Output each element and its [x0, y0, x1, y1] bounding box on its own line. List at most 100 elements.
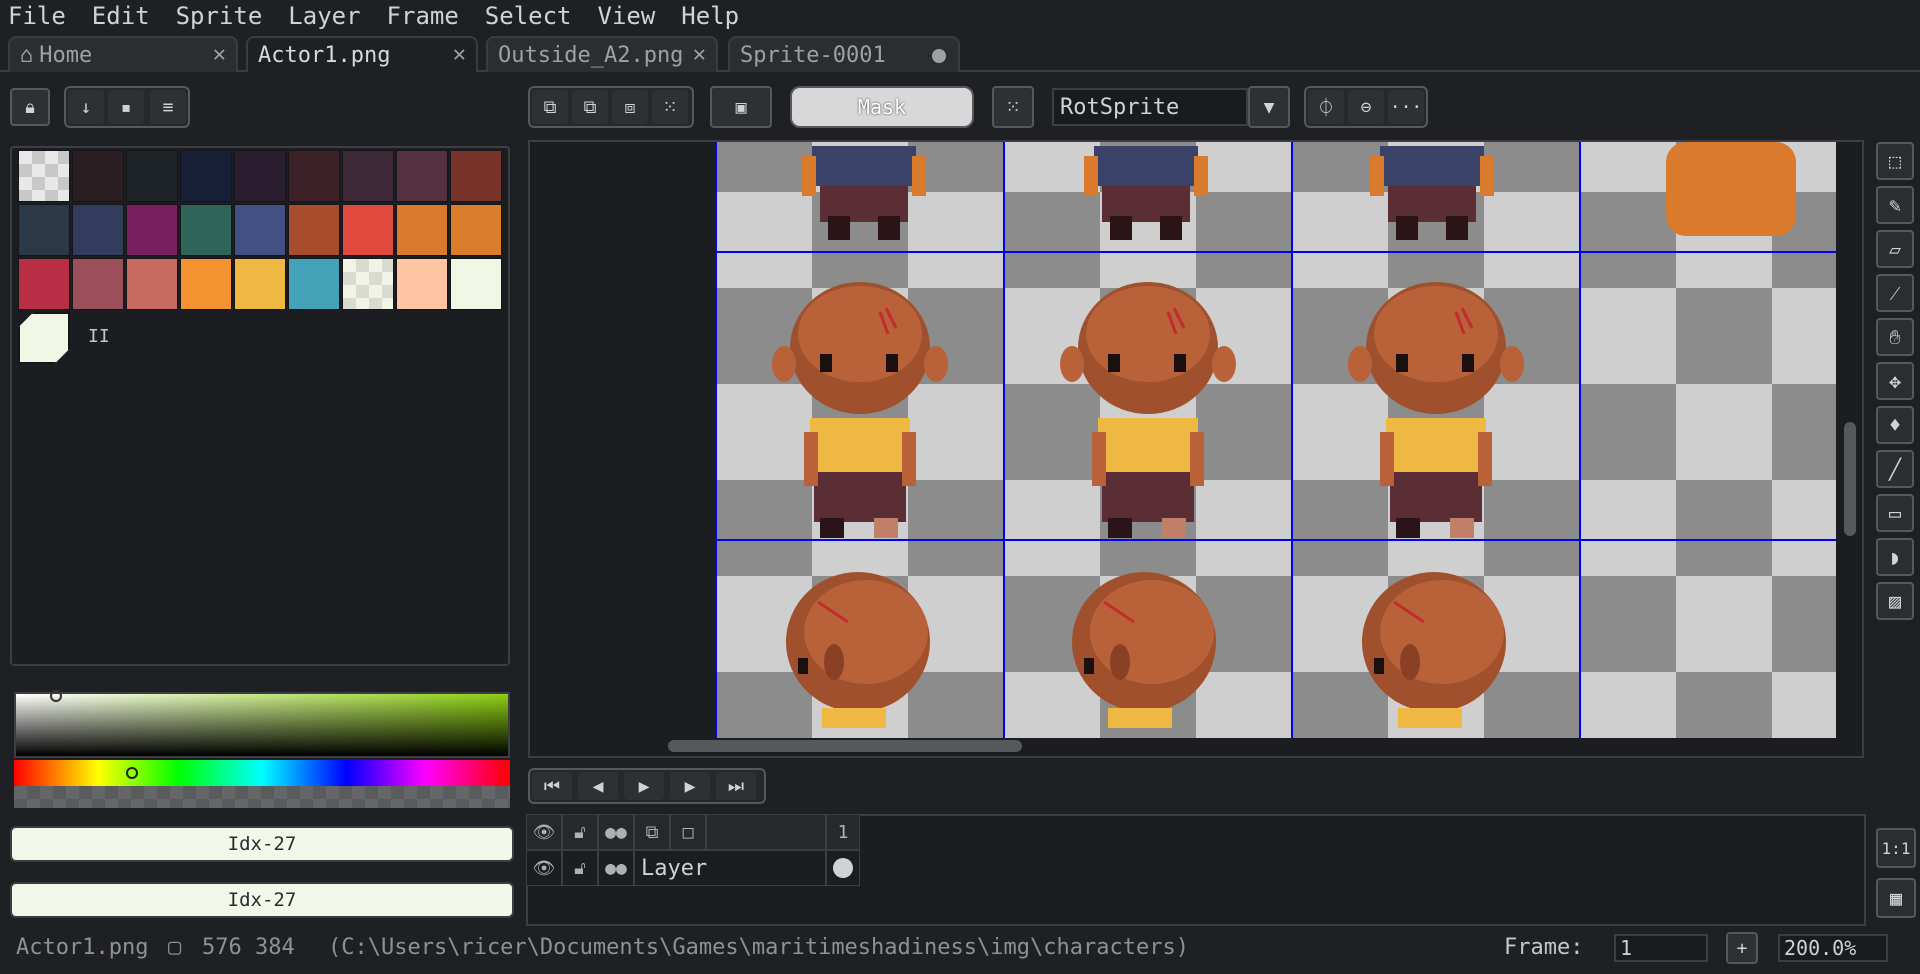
palette-swatch[interactable] — [72, 150, 124, 202]
menu-layer[interactable]: Layer — [288, 2, 360, 30]
file-icon[interactable]: ▪ — [108, 90, 144, 124]
palette-swatch[interactable] — [396, 150, 448, 202]
foreground-color-field[interactable]: Idx-27 — [10, 826, 514, 862]
paint-bucket-icon[interactable]: ♦ — [1876, 406, 1914, 444]
rectangle-icon[interactable]: ▭ — [1876, 494, 1914, 532]
sprite-canvas[interactable] — [530, 142, 1866, 760]
tab-home[interactable]: ⌂ Home ✕ — [8, 36, 238, 72]
close-icon[interactable]: ✕ — [453, 42, 466, 67]
frame-number[interactable]: 1 — [826, 814, 860, 850]
menu-file[interactable]: File — [8, 2, 66, 30]
sv-handle[interactable] — [50, 690, 62, 702]
palette-swatch[interactable] — [234, 258, 286, 310]
palette-swatch[interactable] — [234, 150, 286, 202]
menu-help[interactable]: Help — [681, 2, 739, 30]
hand-icon[interactable]: ✋︎ — [1876, 318, 1914, 356]
zoom-fit-button[interactable]: 1:1 — [1876, 828, 1916, 868]
eyedropper-icon[interactable]: ⁄ — [1876, 274, 1914, 312]
menu-view[interactable]: View — [598, 2, 656, 30]
tab-sprite-0001[interactable]: Sprite-0001 — [728, 36, 960, 72]
line-icon[interactable]: ╱ — [1876, 450, 1914, 488]
saturation-value-picker[interactable] — [14, 690, 510, 758]
palette-swatch[interactable] — [18, 258, 70, 310]
contour-icon[interactable]: ▨ — [1876, 582, 1914, 620]
selected-color-swatch[interactable] — [18, 312, 70, 364]
menu-select[interactable]: Select — [485, 2, 572, 30]
tab-outside-a2[interactable]: Outside_A2.png ✕ — [486, 36, 718, 72]
flip-vertical-icon[interactable]: ⊖ — [1348, 90, 1384, 124]
menu-frame[interactable]: Frame — [387, 2, 459, 30]
mask-button[interactable]: Mask — [790, 86, 974, 128]
frame-input[interactable]: 1 — [1614, 934, 1708, 962]
move-icon[interactable]: ✥ — [1876, 362, 1914, 400]
palette-swatch[interactable] — [450, 204, 502, 256]
lock-header-icon[interactable]: 🔓︎ — [562, 814, 598, 850]
add-selection-icon[interactable]: ⧉ — [572, 90, 608, 124]
flip-horizontal-icon[interactable]: ⏀ — [1308, 90, 1344, 124]
palette-swatch[interactable] — [396, 204, 448, 256]
intersect-selection-icon[interactable]: ⁙ — [652, 90, 688, 124]
palette-swatch[interactable] — [288, 204, 340, 256]
alpha-slider[interactable] — [14, 786, 510, 808]
layer-name[interactable]: Layer — [634, 850, 826, 886]
close-icon[interactable]: ✕ — [213, 42, 226, 67]
add-frame-button[interactable]: + — [1726, 932, 1758, 964]
cel-dot[interactable] — [826, 850, 860, 886]
palette-swatch[interactable] — [288, 150, 340, 202]
background-color-field[interactable]: Idx-27 — [10, 882, 514, 918]
more-options-icon[interactable]: ··· — [1388, 90, 1424, 124]
palette-swatch[interactable] — [180, 204, 232, 256]
pivot-grid-icon[interactable]: ⁙ — [992, 86, 1034, 128]
play-icon[interactable]: ▶ — [624, 772, 664, 800]
palette-swatch[interactable] — [18, 150, 70, 202]
subtract-selection-icon[interactable]: ⧈ — [612, 90, 648, 124]
marquee-select-icon[interactable]: ⬚ — [1876, 142, 1914, 180]
palette-swatch[interactable] — [234, 204, 286, 256]
layer-continuous-icon[interactable]: ●● — [598, 850, 634, 886]
palette-swatch[interactable] — [288, 258, 340, 310]
hue-handle[interactable] — [126, 767, 138, 779]
palette-swatch[interactable] — [72, 204, 124, 256]
frame-layer-icon[interactable]: □ — [670, 814, 706, 850]
chevron-down-icon[interactable]: ▼ — [1248, 86, 1290, 128]
replace-selection-icon[interactable]: ⧉ — [532, 90, 568, 124]
palette-swatch[interactable] — [342, 204, 394, 256]
palette-swatch[interactable] — [342, 150, 394, 202]
lock-icon[interactable]: 🔒︎ — [10, 88, 50, 126]
palette-swatch[interactable] — [180, 258, 232, 310]
rotation-algorithm-select[interactable]: RotSprite — [1052, 88, 1248, 126]
last-frame-icon[interactable]: ⏭ — [716, 772, 756, 800]
transparent-color-icon[interactable]: ▣ — [710, 86, 772, 128]
hue-slider[interactable] — [14, 760, 510, 786]
horizontal-scrollbar[interactable] — [668, 740, 1022, 752]
layer-visibility-icon[interactable]: 👁︎ — [526, 850, 562, 886]
first-frame-icon[interactable]: ⏮ — [532, 772, 572, 800]
vertical-scrollbar[interactable] — [1844, 422, 1856, 536]
close-icon[interactable]: ✕ — [693, 42, 706, 67]
layer-lock-icon[interactable]: 🔓︎ — [562, 850, 598, 886]
menu-sprite[interactable]: Sprite — [176, 2, 263, 30]
palette-swatch[interactable] — [180, 150, 232, 202]
palette-swatch[interactable] — [450, 150, 502, 202]
palette-swatch[interactable] — [396, 258, 448, 310]
menu-edit[interactable]: Edit — [92, 2, 150, 30]
palette-swatch[interactable] — [342, 258, 394, 310]
film-strip-icon[interactable]: ▦ — [1876, 878, 1916, 918]
palette-swatch[interactable] — [126, 204, 178, 256]
curve-icon[interactable]: ◗ — [1876, 538, 1914, 576]
previous-frame-icon[interactable]: ◀ — [578, 772, 618, 800]
menu-icon[interactable]: ≡ — [150, 90, 186, 124]
palette-swatch[interactable] — [450, 258, 502, 310]
layer-group-icon[interactable]: ⧉ — [634, 814, 670, 850]
continuous-header-icon[interactable]: ●● — [598, 814, 634, 850]
pencil-icon[interactable]: ✎ — [1876, 186, 1914, 224]
palette-swatch[interactable] — [72, 258, 124, 310]
palette-swatch[interactable] — [126, 258, 178, 310]
next-frame-icon[interactable]: ▶ — [670, 772, 710, 800]
canvas-viewport[interactable] — [528, 140, 1864, 758]
tab-actor1[interactable]: Actor1.png ✕ — [246, 36, 478, 72]
palette-swatch[interactable] — [18, 204, 70, 256]
download-icon[interactable]: ↓ — [68, 90, 104, 124]
zoom-input[interactable]: 200.0% — [1778, 934, 1888, 962]
eraser-icon[interactable]: ▱ — [1876, 230, 1914, 268]
